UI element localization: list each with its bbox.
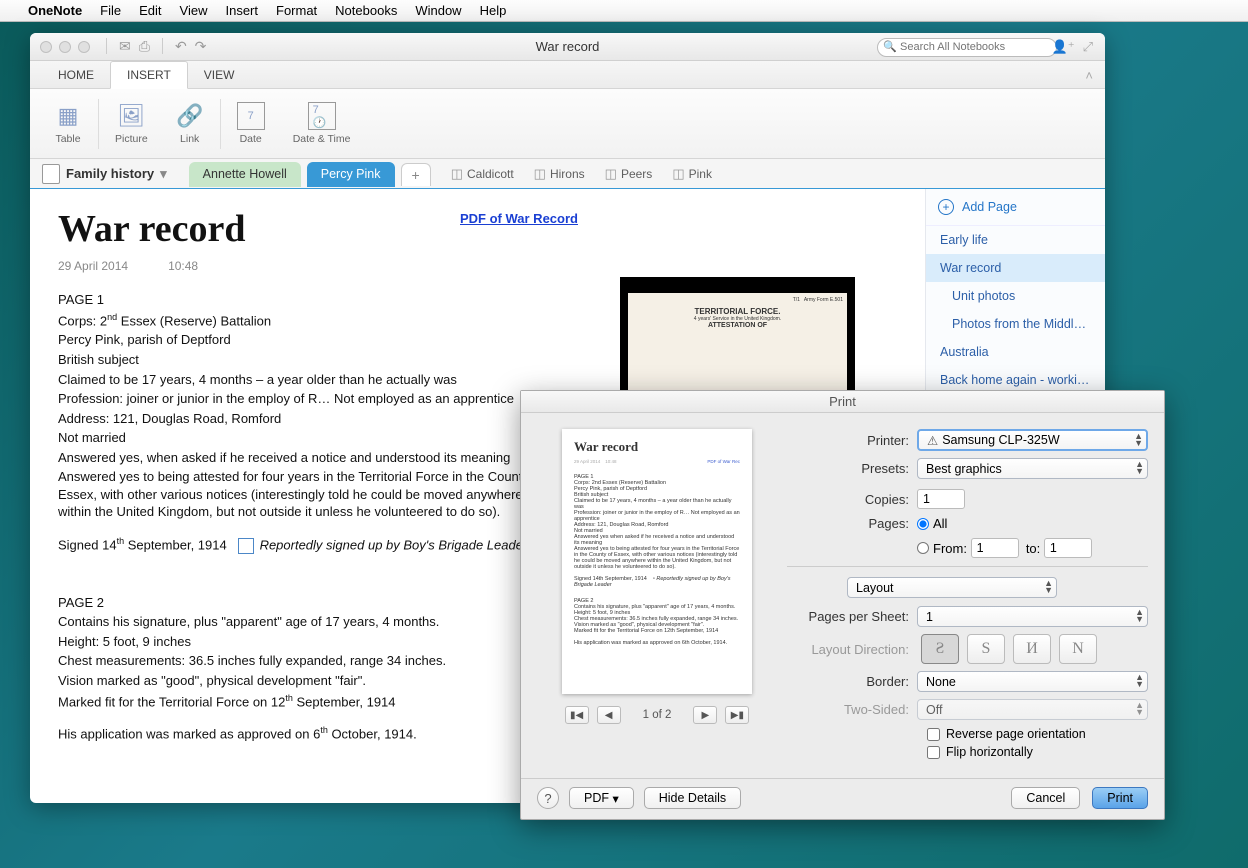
page-datetime: 29 April 201410:48 [58, 259, 897, 273]
tab-home[interactable]: HOME [42, 62, 110, 88]
menu-format[interactable]: Format [276, 3, 317, 18]
search-icon: 🔍 [883, 40, 897, 53]
note-icon: ◫ [605, 166, 617, 182]
pages-range-radio[interactable] [917, 542, 929, 554]
quick-note-peers[interactable]: ◫Peers [605, 166, 653, 182]
print-dialog: Print War record 29 April 2014 10:48 PDF… [520, 390, 1165, 820]
next-page-button[interactable]: ▶ [693, 706, 717, 724]
menu-edit[interactable]: Edit [139, 3, 161, 18]
menu-help[interactable]: Help [480, 3, 507, 18]
last-page-button[interactable]: ▶▮ [725, 706, 749, 724]
ribbon-datetime[interactable]: 7🕐Date & Time [281, 98, 363, 149]
qat-print-icon[interactable]: ⎙ [139, 38, 150, 55]
note-icon: ◫ [672, 166, 684, 182]
add-section-button[interactable]: + [401, 163, 431, 186]
prev-page-button[interactable]: ◀ [597, 706, 621, 724]
menu-window[interactable]: Window [415, 3, 461, 18]
cancel-button[interactable]: Cancel [1011, 787, 1080, 809]
copies-input[interactable] [917, 489, 965, 509]
ribbon-link[interactable]: 🔗Link [164, 98, 216, 149]
two-sided-select[interactable]: Off▲▼ [917, 699, 1148, 720]
first-page-button[interactable]: ▮◀ [565, 706, 589, 724]
print-button[interactable]: Print [1092, 787, 1148, 809]
datetime-icon: 7🕐 [308, 102, 336, 130]
mac-menubar: OneNote File Edit View Insert Format Not… [0, 0, 1248, 22]
page-item-photos-middle[interactable]: Photos from the Middle… [926, 310, 1105, 338]
help-button[interactable]: ? [537, 787, 559, 809]
page-item-war-record[interactable]: War record [926, 254, 1105, 282]
fullscreen-icon[interactable]: ⤢ [1083, 39, 1093, 55]
section-bar: Family history ▾ Annette Howell Percy Pi… [30, 159, 1105, 189]
pages-all-radio[interactable] [917, 518, 929, 530]
qat-email-icon[interactable]: ✉ [119, 38, 131, 55]
flip-horizontally-checkbox[interactable] [927, 746, 940, 759]
plus-icon: + [938, 199, 954, 215]
section-tab-annette[interactable]: Annette Howell [189, 162, 301, 187]
pdf-link[interactable]: PDF of War Record [460, 211, 578, 226]
table-icon: ▦ [54, 102, 82, 130]
ribbon-collapse-icon[interactable]: ˄ [1085, 68, 1093, 83]
picture-icon: 🖼 [117, 102, 145, 130]
border-select[interactable]: None▲▼ [917, 671, 1148, 692]
pages-to-input[interactable] [1044, 538, 1092, 558]
hide-details-button[interactable]: Hide Details [644, 787, 741, 809]
notebook-icon [42, 164, 60, 184]
ribbon-table[interactable]: ▦Table [42, 98, 94, 149]
ribbon-date[interactable]: 7Date [225, 98, 277, 149]
layout-dir-3[interactable]: И [1013, 634, 1051, 664]
menu-notebooks[interactable]: Notebooks [335, 3, 397, 18]
page-item-early-life[interactable]: Early life [926, 226, 1105, 254]
app-name[interactable]: OneNote [28, 3, 82, 18]
embedded-image[interactable]: T/1 Army Form E.501 TERRITORIAL FORCE. 4… [620, 277, 855, 407]
tab-view[interactable]: VIEW [188, 62, 251, 88]
print-dialog-title: Print [521, 391, 1164, 413]
printer-select[interactable]: ⚠Samsung CLP-325W▲▼ [917, 429, 1148, 451]
page-item-australia[interactable]: Australia [926, 338, 1105, 366]
quick-note-hirons[interactable]: ◫Hirons [534, 166, 585, 182]
ribbon-picture[interactable]: 🖼Picture [103, 98, 160, 149]
menu-insert[interactable]: Insert [225, 3, 258, 18]
quick-note-pink[interactable]: ◫Pink [672, 166, 712, 182]
notebook-switcher[interactable]: Family history ▾ [42, 164, 167, 184]
note-icon: ◫ [534, 166, 546, 182]
note-body[interactable]: PAGE 1 Corps: 2nd Essex (Reserve) Battal… [58, 291, 558, 743]
zoom-traffic-light[interactable] [78, 41, 90, 53]
pdf-button[interactable]: PDF ▾ [569, 787, 634, 809]
page-item-unit-photos[interactable]: Unit photos [926, 282, 1105, 310]
ribbon-tabs: HOME INSERT VIEW ˄ [30, 61, 1105, 89]
warning-icon: ⚠ [927, 433, 938, 448]
panel-select[interactable]: Layout▲▼ [847, 577, 1057, 598]
reverse-orientation-checkbox[interactable] [927, 728, 940, 741]
chevron-down-icon: ▾ [160, 166, 167, 182]
titlebar: ✉ ⎙ ↶ ↷ War record 🔍 👤⁺ ⤢ [30, 33, 1105, 61]
quick-note-caldicott[interactable]: ◫Caldicott [451, 166, 514, 182]
menu-file[interactable]: File [100, 3, 121, 18]
layout-dir-1[interactable]: Ƨ [921, 634, 959, 664]
presets-select[interactable]: Best graphics▲▼ [917, 458, 1148, 479]
note-icon: ◫ [451, 166, 463, 182]
add-page-button[interactable]: +Add Page [926, 189, 1105, 226]
pages-per-sheet-select[interactable]: 1▲▼ [917, 606, 1148, 627]
qat-undo-icon[interactable]: ↶ [175, 38, 187, 55]
attachment-icon[interactable] [238, 538, 254, 554]
print-preview: War record 29 April 2014 10:48 PDF of Wa… [562, 429, 752, 694]
layout-dir-2[interactable]: S [967, 634, 1005, 664]
window-title: War record [536, 39, 600, 54]
menu-view[interactable]: View [180, 3, 208, 18]
link-icon: 🔗 [176, 102, 204, 130]
ribbon: ▦Table 🖼Picture 🔗Link 7Date 7🕐Date & Tim… [30, 89, 1105, 159]
share-icon[interactable]: 👤⁺ [1052, 39, 1075, 55]
search-input[interactable] [877, 38, 1057, 57]
minimize-traffic-light[interactable] [59, 41, 71, 53]
layout-dir-4[interactable]: N [1059, 634, 1097, 664]
page-indicator: 1 of 2 [643, 709, 672, 721]
section-tab-percy[interactable]: Percy Pink [307, 162, 395, 187]
tab-insert[interactable]: INSERT [110, 61, 188, 89]
pages-from-input[interactable] [971, 538, 1019, 558]
date-icon: 7 [237, 102, 265, 130]
qat-redo-icon[interactable]: ↷ [195, 38, 207, 55]
close-traffic-light[interactable] [40, 41, 52, 53]
